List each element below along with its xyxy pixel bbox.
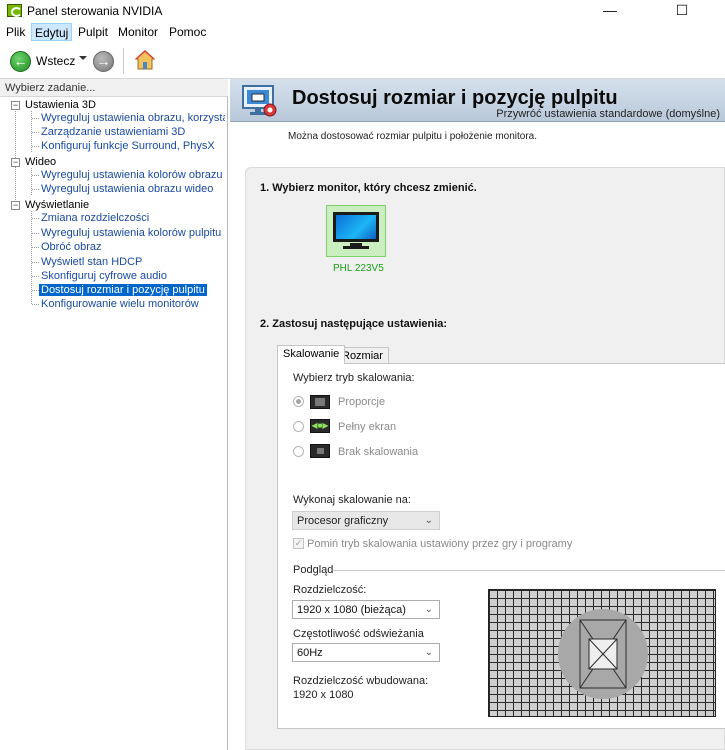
task-desktop-size-position[interactable]: Dostosuj rozmiar i pozycję pulpitu — [39, 284, 207, 296]
monitor-icon — [333, 212, 379, 242]
window-title: Panel sterowania NVIDIA — [27, 4, 163, 18]
step-2-heading: 2. Zastosuj następujące ustawienia: — [260, 318, 448, 330]
maximize-button[interactable]: ☐ — [659, 0, 705, 22]
no-scaling-icon — [310, 444, 330, 458]
menu-file[interactable]: Plik — [6, 25, 25, 39]
monitor-name[interactable]: PHL 223V5 — [333, 263, 384, 274]
collapse-display[interactable]: − — [11, 201, 20, 210]
category-3d-settings[interactable]: Ustawienia 3D — [25, 99, 96, 111]
tree-line — [31, 168, 32, 195]
task-pane-header: Wybierz zadanie... — [0, 79, 228, 97]
native-resolution-label: Rozdzielczość wbudowana: — [293, 675, 429, 687]
preview-group-label: Podgląd — [293, 564, 334, 576]
task-hdcp-status[interactable]: Wyświetl stan HDCP — [41, 256, 142, 268]
radio-full-screen[interactable] — [293, 421, 304, 432]
mode-aspect-ratio-label[interactable]: Proporcje — [338, 396, 385, 408]
preview-group-line — [333, 570, 725, 571]
aspect-ratio-icon — [310, 395, 330, 409]
collapse-video[interactable]: − — [11, 158, 20, 167]
chevron-down-icon: ⌄ — [424, 647, 433, 658]
nvidia-logo-icon — [7, 4, 22, 17]
content-pane: Dostosuj rozmiar i pozycję pulpitu Przyw… — [230, 79, 725, 750]
restore-defaults-link[interactable]: Przywróć ustawienia standardowe (domyśln… — [496, 108, 720, 120]
back-label[interactable]: Wstecz — [36, 54, 75, 68]
refresh-rate-label: Częstotliwość odświeżania — [293, 628, 424, 640]
task-manage-3d[interactable]: Zarządzanie ustawieniami 3D — [41, 126, 185, 138]
tree-line — [32, 132, 39, 133]
monitor-tile[interactable] — [326, 205, 386, 257]
override-scaling-label[interactable]: Pomiń tryb skalowania ustawiony przez gr… — [307, 538, 572, 550]
resolution-select[interactable]: 1920 x 1080 (bieżąca) ⌄ — [292, 600, 440, 619]
step-1-heading: 1. Wybierz monitor, który chcesz zmienić… — [260, 182, 477, 194]
category-video[interactable]: Wideo — [25, 156, 56, 168]
task-desktop-color[interactable]: Wyreguluj ustawienia kolorów pulpitu — [41, 227, 221, 239]
tree-line — [32, 262, 39, 263]
tree-line — [32, 218, 39, 219]
forward-button[interactable]: → — [93, 51, 114, 72]
menu-bar: Plik Edytuj Pulpit Monitor Pomoc — [0, 22, 725, 42]
task-surround-physx[interactable]: Konfiguruj funkcje Surround, PhysX — [41, 140, 215, 152]
tree-line — [32, 175, 39, 176]
back-dropdown-icon[interactable] — [79, 56, 87, 60]
scaling-preview — [488, 589, 716, 717]
task-tree: − Ustawienia 3D Wyreguluj ustawienia obr… — [0, 98, 227, 750]
page-description: Można dostosować rozmiar pulpitu i położ… — [288, 131, 538, 142]
menu-help[interactable]: Pomoc — [169, 25, 206, 39]
tree-line — [32, 276, 39, 277]
tree-line — [32, 290, 39, 291]
monitor-base — [343, 246, 369, 249]
perform-scaling-on-select[interactable]: Procesor graficzny ⌄ — [292, 511, 440, 530]
arrow-left-icon: ← — [13, 53, 28, 69]
category-display[interactable]: Wyświetlanie — [25, 199, 89, 211]
full-screen-icon: ◀■▶ — [310, 419, 330, 433]
page-title: Dostosuj rozmiar i pozycję pulpitu — [292, 87, 618, 109]
task-adjust-image-preview[interactable]: Wyreguluj ustawienia obrazu, korzystając… — [41, 112, 225, 124]
display-settings-icon — [242, 85, 277, 117]
tree-line — [32, 247, 39, 248]
tree-line — [32, 146, 39, 147]
native-resolution-value: 1920 x 1080 — [293, 689, 354, 701]
task-rotate-display[interactable]: Obróć obraz — [41, 241, 102, 253]
tab-scaling[interactable]: Skalowanie — [277, 345, 346, 364]
scaling-mode-label: Wybierz tryb skalowania: — [293, 372, 415, 384]
perform-scaling-on-label: Wykonaj skalowanie na: — [293, 494, 411, 506]
home-icon[interactable] — [134, 49, 156, 71]
task-multiple-displays[interactable]: Konfigurowanie wielu monitorów — [41, 298, 199, 310]
tree-line — [32, 118, 39, 119]
preview-graphic — [558, 609, 648, 699]
task-video-image[interactable]: Wyreguluj ustawienia obrazu wideo — [41, 183, 213, 195]
title-bar: Panel sterowania NVIDIA — ☐ — [0, 0, 725, 22]
chevron-down-icon: ⌄ — [424, 515, 433, 526]
tree-line — [32, 233, 39, 234]
mode-full-screen-label[interactable]: Pełny ekran — [338, 421, 396, 433]
refresh-rate-value: 60Hz — [297, 647, 323, 659]
arrow-right-icon: → — [96, 53, 111, 69]
minimize-button[interactable]: — — [587, 0, 633, 22]
tree-line — [32, 304, 39, 305]
collapse-3d-settings[interactable]: − — [11, 101, 20, 110]
chevron-down-icon: ⌄ — [424, 604, 433, 615]
mode-no-scaling-label[interactable]: Brak skalowania — [338, 446, 418, 458]
toolbar: ← Wstecz → — [0, 42, 725, 79]
task-digital-audio[interactable]: Skonfiguruj cyfrowe audio — [41, 270, 167, 282]
radio-aspect-ratio[interactable] — [293, 396, 304, 407]
resolution-label: Rozdzielczość: — [293, 584, 367, 596]
task-change-resolution[interactable]: Zmiana rozdzielczości — [41, 212, 149, 224]
menu-desktop[interactable]: Pulpit — [78, 25, 108, 39]
toolbar-separator — [123, 48, 124, 74]
resolution-value: 1920 x 1080 (bieżąca) — [297, 604, 406, 616]
tree-line — [32, 189, 39, 190]
menu-monitor[interactable]: Monitor — [118, 25, 158, 39]
menu-edit[interactable]: Edytuj — [31, 23, 73, 41]
refresh-rate-select[interactable]: 60Hz ⌄ — [292, 643, 440, 662]
back-button[interactable]: ← — [10, 51, 31, 72]
perform-scaling-on-value: Procesor graficzny — [297, 515, 389, 527]
task-video-color[interactable]: Wyreguluj ustawienia kolorów obrazu wide… — [41, 169, 225, 181]
page-header: Dostosuj rozmiar i pozycję pulpitu Przyw… — [230, 79, 725, 122]
override-scaling-checkbox[interactable]: ✓ — [293, 538, 304, 549]
radio-no-scaling[interactable] — [293, 446, 304, 457]
task-pane: Wybierz zadanie... − Ustawienia 3D Wyreg… — [0, 79, 228, 750]
